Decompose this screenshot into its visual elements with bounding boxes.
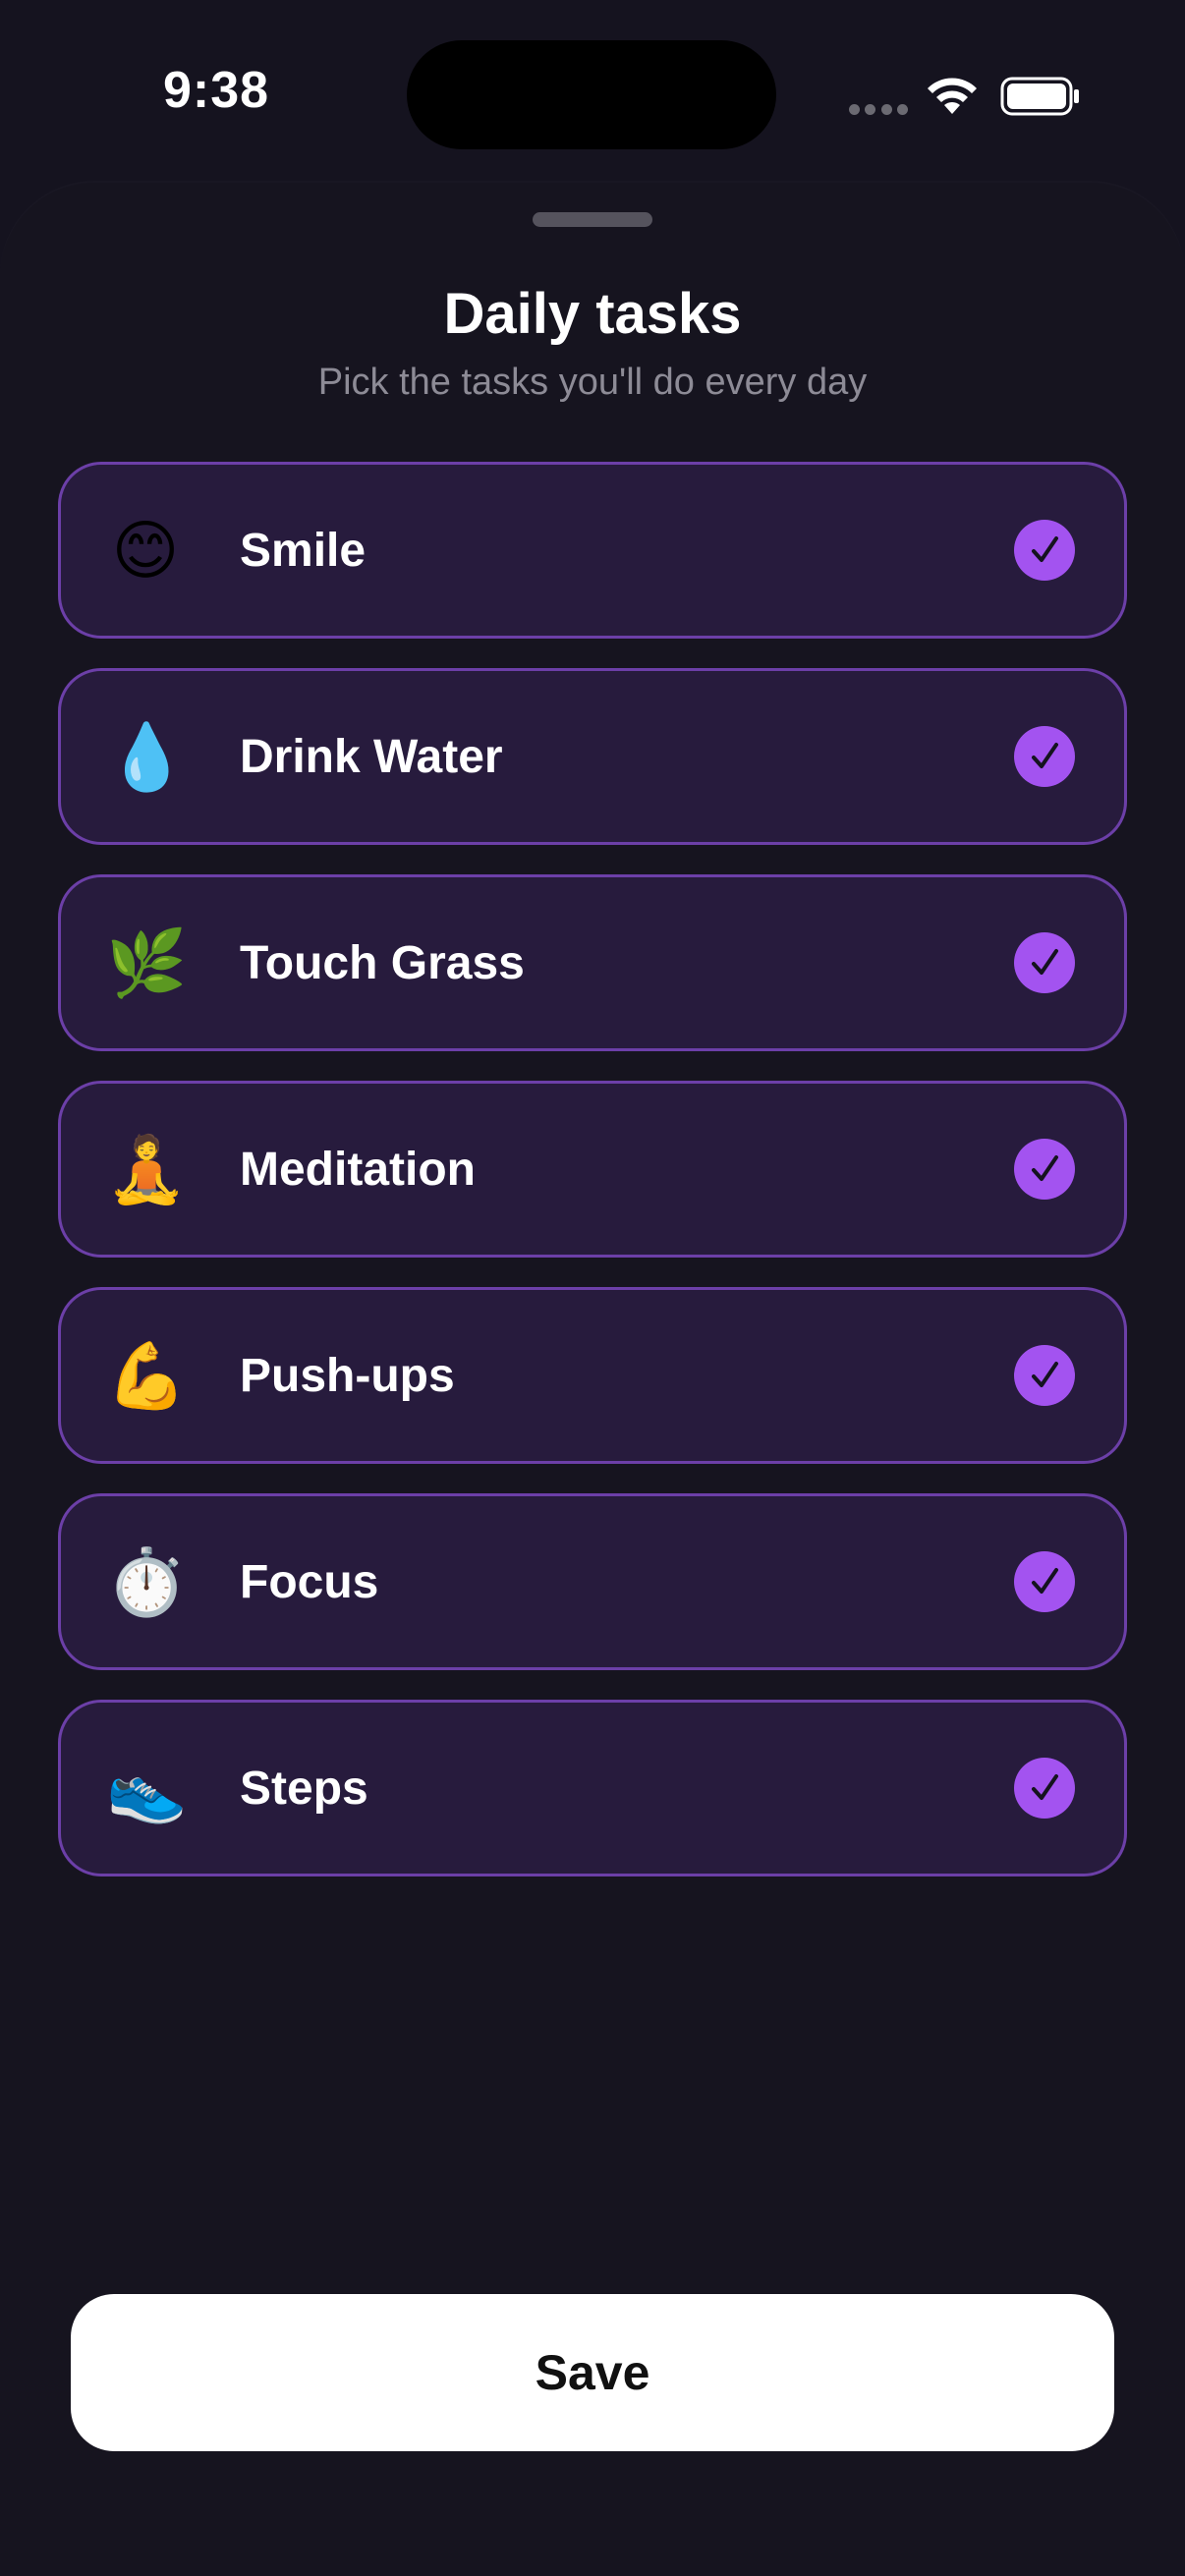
- task-row[interactable]: ⏱️ Focus: [58, 1493, 1127, 1670]
- flexed-biceps-icon: 💪: [106, 1339, 188, 1412]
- checkmark-icon[interactable]: [1014, 1345, 1075, 1406]
- checkmark-icon[interactable]: [1014, 1551, 1075, 1612]
- task-label: Smile: [240, 524, 367, 577]
- task-row[interactable]: 🌿 Touch Grass: [58, 874, 1127, 1051]
- task-label: Meditation: [240, 1143, 476, 1196]
- task-row[interactable]: 👟 Steps: [58, 1700, 1127, 1876]
- bottom-sheet: Daily tasks Pick the tasks you'll do eve…: [0, 183, 1185, 2576]
- sheet-subtitle: Pick the tasks you'll do every day: [317, 362, 868, 403]
- dynamic-island: [407, 40, 776, 149]
- task-row[interactable]: 💪 Push-ups: [58, 1287, 1127, 1464]
- task-label: Drink Water: [240, 730, 503, 783]
- checkmark-icon[interactable]: [1014, 1139, 1075, 1200]
- checkmark-icon[interactable]: [1014, 1758, 1075, 1819]
- task-row[interactable]: 💧 Drink Water: [58, 668, 1127, 845]
- water-droplet-icon: 💧: [106, 720, 188, 793]
- task-list: 😊 Smile 💧 Drink Water 🌿 Touch Grass 🧘 Meditatio…: [58, 462, 1127, 1906]
- sheet-title: Daily tasks: [443, 282, 742, 346]
- sheet-grabber[interactable]: [533, 212, 652, 227]
- meditating-person-icon: 🧘: [106, 1133, 188, 1205]
- status-time: 9:38: [163, 62, 270, 119]
- wifi-icon: [928, 78, 977, 114]
- smiling-face-icon: 😊: [111, 514, 180, 587]
- herb-icon: 🌿: [106, 926, 188, 999]
- battery-icon: [1000, 77, 1079, 116]
- screen: 9:38 Daily tasks Pick the tasks you'll d…: [0, 0, 1185, 2576]
- checkmark-icon[interactable]: [1014, 726, 1075, 787]
- task-label: Steps: [240, 1762, 368, 1815]
- task-label: Push-ups: [240, 1349, 455, 1402]
- task-label: Touch Grass: [240, 936, 525, 989]
- stopwatch-icon: ⏱️: [106, 1545, 188, 1618]
- checkmark-icon[interactable]: [1014, 932, 1075, 993]
- checkmark-icon[interactable]: [1014, 520, 1075, 581]
- task-row[interactable]: 🧘 Meditation: [58, 1081, 1127, 1258]
- task-row[interactable]: 😊 Smile: [58, 462, 1127, 639]
- save-button[interactable]: Save: [71, 2294, 1114, 2451]
- sneaker-icon: 👟: [106, 1752, 188, 1824]
- task-label: Focus: [240, 1555, 379, 1608]
- signal-dots-icon: [849, 104, 908, 116]
